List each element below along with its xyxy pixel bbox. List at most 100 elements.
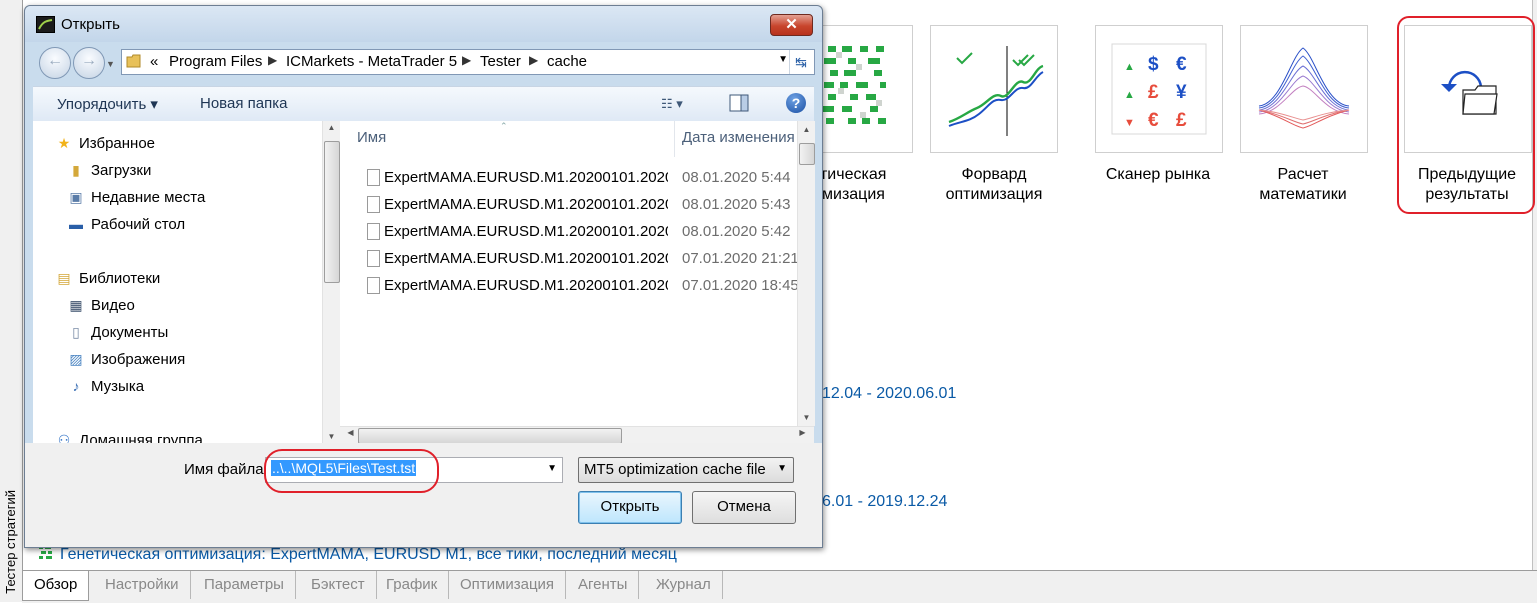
forward-arrow-icon: → — [81, 52, 97, 69]
file-row[interactable]: ExpertMAMA.EURUSD.M1.20200101.2020... 08.… — [340, 165, 814, 192]
tester-tabs: Обзор Настройки Параметры Бэктест График… — [22, 570, 1537, 603]
documents-icon: ▯ — [72, 324, 80, 340]
tab-parameters[interactable]: Параметры — [193, 571, 296, 599]
nav-scroll-thumb[interactable] — [324, 141, 340, 283]
file-icon — [367, 277, 380, 294]
forward-optimization-label: Форвард оптимизация — [945, 166, 1043, 203]
dialog-titlebar[interactable]: Открыть ✕ — [25, 6, 822, 42]
history-link-1[interactable]: 12.04 - 2020.06.01 — [822, 385, 956, 403]
breadcrumb-overflow[interactable]: « — [150, 53, 158, 70]
file-icon — [367, 250, 380, 267]
nav-documents[interactable]: ▯ Документы — [67, 324, 168, 341]
column-date[interactable]: Дата изменения — [675, 121, 815, 157]
tab-graph[interactable]: График — [375, 571, 450, 599]
scroll-down-icon[interactable]: ▼ — [323, 432, 340, 441]
scroll-down-icon[interactable]: ▼ — [798, 413, 815, 422]
breadcrumb-separator-icon[interactable]: ▶ — [462, 53, 471, 67]
nav-music[interactable]: ♪ Музыка — [67, 378, 145, 395]
tab-journal[interactable]: Журнал — [645, 571, 723, 599]
tab-optimization[interactable]: Оптимизация — [449, 571, 567, 599]
address-bar[interactable]: « Program Files ▶ ICMarkets - MetaTrader… — [121, 49, 815, 75]
side-tab-label: Тестер стратегий — [3, 490, 18, 594]
file-vertical-scrollbar[interactable]: ▲ ▼ — [797, 121, 815, 426]
currency-scanner-icon: ▲ $ € ▲ £ ¥ ▼ € £ — [1111, 43, 1207, 135]
downloads-folder-icon: ▮ — [72, 162, 80, 178]
file-row[interactable]: ExpertMAMA.EURUSD.M1.20200101.2020... 07.… — [340, 273, 814, 300]
svg-text:£: £ — [1176, 110, 1187, 131]
svg-text:▼: ▼ — [1124, 117, 1135, 129]
strategy-tester-side-tab[interactable]: Тестер стратегий — [0, 0, 23, 602]
tab-settings[interactable]: Настройки — [94, 571, 191, 599]
math-calculation-tile[interactable] — [1240, 25, 1368, 153]
file-row[interactable]: ExpertMAMA.EURUSD.M1.20200101.2020... 08.… — [340, 219, 814, 246]
tab-agents[interactable]: Агенты — [567, 571, 640, 599]
breadcrumb-separator-icon[interactable]: ▶ — [268, 53, 277, 67]
nav-libraries[interactable]: ▤ Библиотеки — [55, 270, 160, 287]
refresh-icon[interactable]: ↹ — [789, 50, 812, 74]
file-icon — [367, 196, 380, 213]
dialog-title: Открыть — [61, 16, 120, 33]
market-scanner-tile[interactable]: ▲ $ € ▲ £ ¥ ▼ € £ — [1095, 25, 1223, 153]
preview-pane-icon[interactable] — [729, 94, 749, 115]
organize-button[interactable]: Упорядочить ▾ — [57, 95, 158, 113]
file-type-select[interactable]: MT5 optimization cache file ▼ — [578, 457, 794, 483]
metatrader-icon — [36, 16, 55, 33]
file-icon — [367, 169, 380, 186]
dialog-toolbar: Упорядочить ▾ Новая папка ☷ ▾ ? — [33, 86, 814, 122]
nav-scrollbar[interactable]: ▲ ▼ — [322, 121, 340, 443]
new-folder-button[interactable]: Новая папка — [200, 95, 287, 112]
tab-backtest[interactable]: Бэктест — [300, 571, 377, 599]
svg-text:▲: ▲ — [1124, 89, 1135, 101]
column-name[interactable]: Имя ⌃ — [340, 121, 675, 157]
svg-text:¥: ¥ — [1176, 82, 1187, 103]
navigation-pane: ★ Избранное ▮ Загрузки ▣ Недавние места ▬ Ра… — [33, 121, 321, 443]
address-dropdown-icon[interactable]: ▼ — [778, 54, 788, 65]
breadcrumb-program-files[interactable]: Program Files — [169, 53, 262, 70]
history-link-2[interactable]: 6.01 - 2019.12.24 — [822, 493, 947, 511]
help-icon[interactable]: ? — [786, 93, 806, 113]
view-mode-icon[interactable]: ☷ ▾ — [661, 96, 683, 112]
svg-text:£: £ — [1148, 82, 1159, 103]
math-surface-icon — [1258, 47, 1350, 129]
scroll-right-icon[interactable]: ▶ — [794, 428, 811, 437]
scroll-left-icon[interactable]: ◀ — [342, 428, 359, 437]
close-button[interactable]: ✕ — [770, 14, 813, 36]
tab-overview[interactable]: Обзор — [22, 571, 90, 601]
breadcrumb-tester[interactable]: Tester — [480, 53, 521, 70]
nav-recent[interactable]: ▣ Недавние места — [67, 189, 205, 206]
recent-optimization-entry[interactable]: Генетическая оптимизация: ExpertMAMA, EU… — [38, 545, 677, 566]
nav-favorites[interactable]: ★ Избранное — [55, 135, 155, 152]
forward-optimization-tile[interactable] — [930, 25, 1058, 153]
genetic-small-icon — [38, 545, 54, 566]
video-icon: ▦ — [69, 297, 83, 313]
forward-button[interactable]: → — [73, 47, 105, 79]
nav-video[interactable]: ▦ Видео — [67, 297, 134, 314]
cancel-button[interactable]: Отмена — [692, 491, 796, 524]
scroll-up-icon[interactable]: ▲ — [798, 125, 815, 134]
svg-text:€: € — [1148, 110, 1159, 131]
nav-desktop[interactable]: ▬ Рабочий стол — [67, 216, 185, 233]
desktop-icon: ▬ — [69, 216, 83, 232]
filename-dropdown-icon[interactable]: ▼ — [547, 463, 557, 474]
images-icon: ▨ — [69, 351, 83, 367]
horizontal-scroll-thumb[interactable] — [358, 428, 622, 444]
address-row: ← → ▼ « Program Files ▶ ICMarkets - Meta… — [33, 44, 815, 82]
scroll-up-icon[interactable]: ▲ — [323, 123, 340, 132]
file-type-dropdown-icon[interactable]: ▼ — [777, 463, 787, 474]
breadcrumb-metatrader[interactable]: ICMarkets - MetaTrader 5 — [286, 53, 457, 70]
open-button[interactable]: Открыть — [578, 491, 682, 524]
breadcrumb-cache[interactable]: cache — [547, 53, 587, 70]
breadcrumb-separator-icon[interactable]: ▶ — [529, 53, 538, 67]
back-button[interactable]: ← — [39, 47, 71, 79]
file-horizontal-scrollbar[interactable]: ◀ ▶ — [340, 426, 814, 444]
file-type-value: MT5 optimization cache file — [584, 461, 766, 478]
nav-images[interactable]: ▨ Изображения — [67, 351, 185, 368]
nav-downloads[interactable]: ▮ Загрузки — [67, 162, 151, 179]
history-dropdown-icon[interactable]: ▼ — [106, 59, 115, 69]
previous-results-highlight — [1397, 16, 1535, 214]
file-row[interactable]: ExpertMAMA.EURUSD.M1.20200101.2020... 08.… — [340, 192, 814, 219]
file-row[interactable]: ExpertMAMA.EURUSD.M1.20200101.2020... 07.… — [340, 246, 814, 273]
back-arrow-icon: ← — [47, 52, 63, 69]
nav-homegroup[interactable]: ⚇ Домашняя группа — [55, 432, 203, 443]
file-scroll-thumb[interactable] — [799, 143, 815, 165]
